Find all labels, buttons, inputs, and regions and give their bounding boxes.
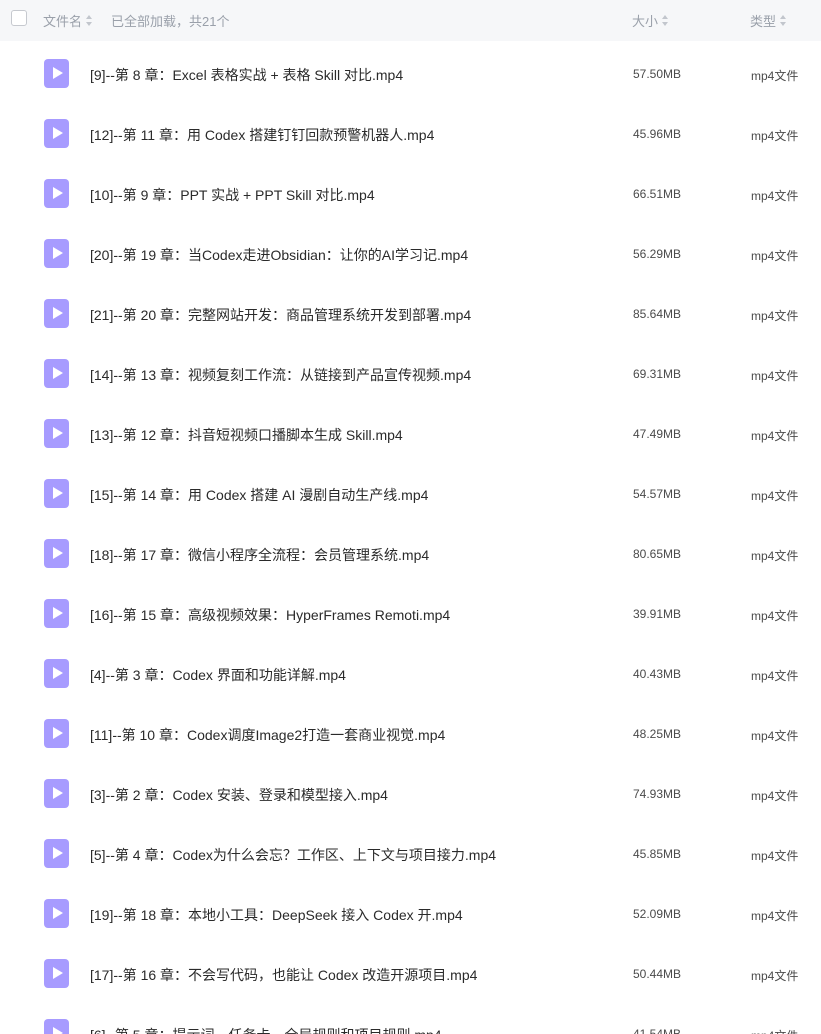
select-all-checkbox[interactable]: [11, 10, 27, 26]
column-header-size[interactable]: 大小: [632, 11, 669, 30]
video-file-icon: [44, 179, 69, 208]
file-row[interactable]: [16]--第 15 章：高级视频效果：HyperFrames Remoti.m…: [0, 584, 821, 644]
video-file-icon: [44, 299, 69, 328]
loaded-status-text: 已全部加载，共21个: [111, 14, 230, 29]
column-header-name[interactable]: 文件名: [43, 11, 93, 30]
video-file-icon: [44, 839, 69, 868]
file-size: 45.96MB: [633, 127, 682, 141]
video-file-icon: [44, 239, 69, 268]
file-type: mp4文件: [751, 849, 799, 863]
file-row[interactable]: [3]--第 2 章：Codex 安装、登录和模型接入.mp4 74.93MB mp…: [0, 764, 821, 824]
file-type: mp4文件: [751, 669, 799, 683]
file-name[interactable]: [20]--第 19 章：当Codex走进Obsidian：让你的AI学习记.m…: [90, 245, 468, 265]
file-size: 50.44MB: [633, 967, 682, 981]
video-file-icon: [44, 59, 69, 88]
file-row[interactable]: [14]--第 13 章：视频复刻工作流：从链接到产品宣传视频.mp4 69.31…: [0, 344, 821, 404]
file-name[interactable]: [6]--第 5 章：提示词、任务卡、全局规则和项目规则.mp4: [90, 1025, 442, 1034]
sort-icon[interactable]: [780, 15, 787, 26]
file-name[interactable]: [12]--第 11 章：用 Codex 搭建钉钉回款预警机器人.mp4: [90, 125, 434, 145]
file-size: 66.51MB: [633, 187, 682, 201]
file-name[interactable]: [17]--第 16 章：不会写代码，也能让 Codex 改造开源项目.mp4: [90, 965, 477, 985]
file-row[interactable]: [5]--第 4 章：Codex为什么会忘？工作区、上下文与项目接力.mp4 45…: [0, 824, 821, 884]
file-size: 47.49MB: [633, 427, 682, 441]
file-type: mp4文件: [751, 249, 799, 263]
file-row[interactable]: [21]--第 20 章：完整网站开发：商品管理系统开发到部署.mp4 85.64…: [0, 284, 821, 344]
file-row[interactable]: [4]--第 3 章：Codex 界面和功能详解.mp4 40.43MB mp4文件: [0, 644, 821, 704]
video-file-icon: [44, 959, 69, 988]
file-name[interactable]: [11]--第 10 章：Codex调度Image2打造一套商业视觉.mp4: [90, 725, 445, 745]
file-size: 52.09MB: [633, 907, 682, 921]
file-row[interactable]: [10]--第 9 章：PPT 实战 + PPT Skill 对比.mp4 66.…: [0, 164, 821, 224]
file-name[interactable]: [4]--第 3 章：Codex 界面和功能详解.mp4: [90, 665, 346, 685]
file-row[interactable]: [13]--第 12 章：抖音短视频口播脚本生成 Skill.mp4 47.49M…: [0, 404, 821, 464]
video-file-icon: [44, 539, 69, 568]
file-name[interactable]: [10]--第 9 章：PPT 实战 + PPT Skill 对比.mp4: [90, 185, 375, 205]
file-name[interactable]: [21]--第 20 章：完整网站开发：商品管理系统开发到部署.mp4: [90, 305, 471, 325]
video-file-icon: [44, 659, 69, 688]
file-name[interactable]: [5]--第 4 章：Codex为什么会忘？工作区、上下文与项目接力.mp4: [90, 845, 496, 865]
file-name[interactable]: [14]--第 13 章：视频复刻工作流：从链接到产品宣传视频.mp4: [90, 365, 471, 385]
file-type: mp4文件: [751, 489, 799, 503]
file-type: mp4文件: [751, 909, 799, 923]
file-size: 40.43MB: [633, 667, 682, 681]
file-name[interactable]: [18]--第 17 章：微信小程序全流程：会员管理系统.mp4: [90, 545, 429, 565]
file-type: mp4文件: [751, 369, 799, 383]
file-row[interactable]: [11]--第 10 章：Codex调度Image2打造一套商业视觉.mp4 48…: [0, 704, 821, 764]
column-header-name-label: 文件名: [43, 14, 83, 29]
file-type: mp4文件: [751, 609, 799, 623]
file-type: mp4文件: [751, 969, 799, 983]
file-size: 56.29MB: [633, 247, 682, 261]
file-size: 74.93MB: [633, 787, 682, 801]
file-type: mp4文件: [751, 1027, 798, 1034]
file-size: 41.54MB: [633, 1027, 682, 1034]
file-size: 54.57MB: [633, 487, 682, 501]
file-name[interactable]: [9]--第 8 章：Excel 表格实战 + 表格 Skill 对比.mp4: [90, 65, 403, 85]
file-name[interactable]: [15]--第 14 章：用 Codex 搭建 AI 漫剧自动生产线.mp4: [90, 485, 428, 505]
file-row[interactable]: [6]--第 5 章：提示词、任务卡、全局规则和项目规则.mp4 41.54MB m…: [0, 1004, 821, 1034]
file-row[interactable]: [12]--第 11 章：用 Codex 搭建钉钉回款预警机器人.mp4 45.9…: [0, 104, 821, 164]
file-name[interactable]: [16]--第 15 章：高级视频效果：HyperFrames Remoti.m…: [90, 605, 450, 625]
file-row[interactable]: [17]--第 16 章：不会写代码，也能让 Codex 改造开源项目.mp4 5…: [0, 944, 821, 1004]
video-file-icon: [44, 719, 69, 748]
file-size: 45.85MB: [633, 847, 682, 861]
video-file-icon: [44, 599, 69, 628]
file-list-header: 文件名 已全部加载，共21个 大小 类型: [0, 0, 821, 41]
file-type: mp4文件: [751, 549, 799, 563]
file-row[interactable]: [18]--第 17 章：微信小程序全流程：会员管理系统.mp4 80.65MB m…: [0, 524, 821, 584]
sort-icon[interactable]: [662, 15, 669, 26]
file-name[interactable]: [19]--第 18 章：本地小工具：DeepSeek 接入 Codex 开.m…: [90, 905, 463, 925]
video-file-icon: [44, 419, 69, 448]
file-size: 48.25MB: [633, 727, 682, 741]
video-file-icon: [44, 1019, 69, 1034]
sort-icon[interactable]: [86, 15, 93, 26]
file-size: 85.64MB: [633, 307, 682, 321]
video-file-icon: [44, 779, 69, 808]
file-type: mp4文件: [751, 129, 799, 143]
file-list: 文件名 已全部加载，共21个 大小 类型 [9]--第 8 章：Excel 表格…: [0, 0, 821, 1034]
file-row[interactable]: [15]--第 14 章：用 Codex 搭建 AI 漫剧自动生产线.mp4 54…: [0, 464, 821, 524]
column-header-type[interactable]: 类型: [750, 11, 787, 30]
file-size: 69.31MB: [633, 367, 682, 381]
file-type: mp4文件: [751, 69, 799, 83]
file-type: mp4文件: [751, 189, 799, 203]
file-type: mp4文件: [751, 789, 799, 803]
file-type: mp4文件: [751, 729, 799, 743]
file-row[interactable]: [19]--第 18 章：本地小工具：DeepSeek 接入 Codex 开.m…: [0, 884, 821, 944]
file-row[interactable]: [20]--第 19 章：当Codex走进Obsidian：让你的AI学习记.m…: [0, 224, 821, 284]
file-type: mp4文件: [751, 429, 799, 443]
file-size: 39.91MB: [633, 607, 682, 621]
file-name[interactable]: [13]--第 12 章：抖音短视频口播脚本生成 Skill.mp4: [90, 425, 403, 445]
file-rows: [9]--第 8 章：Excel 表格实战 + 表格 Skill 对比.mp4 5…: [0, 44, 821, 1034]
file-name[interactable]: [3]--第 2 章：Codex 安装、登录和模型接入.mp4: [90, 785, 388, 805]
video-file-icon: [44, 479, 69, 508]
file-size: 57.50MB: [633, 67, 682, 81]
video-file-icon: [44, 899, 69, 928]
column-header-size-label: 大小: [632, 14, 659, 29]
file-row[interactable]: [9]--第 8 章：Excel 表格实战 + 表格 Skill 对比.mp4 5…: [0, 44, 821, 104]
column-header-type-label: 类型: [750, 14, 777, 29]
video-file-icon: [44, 119, 69, 148]
video-file-icon: [44, 359, 69, 388]
file-type: mp4文件: [751, 309, 799, 323]
file-size: 80.65MB: [633, 547, 682, 561]
